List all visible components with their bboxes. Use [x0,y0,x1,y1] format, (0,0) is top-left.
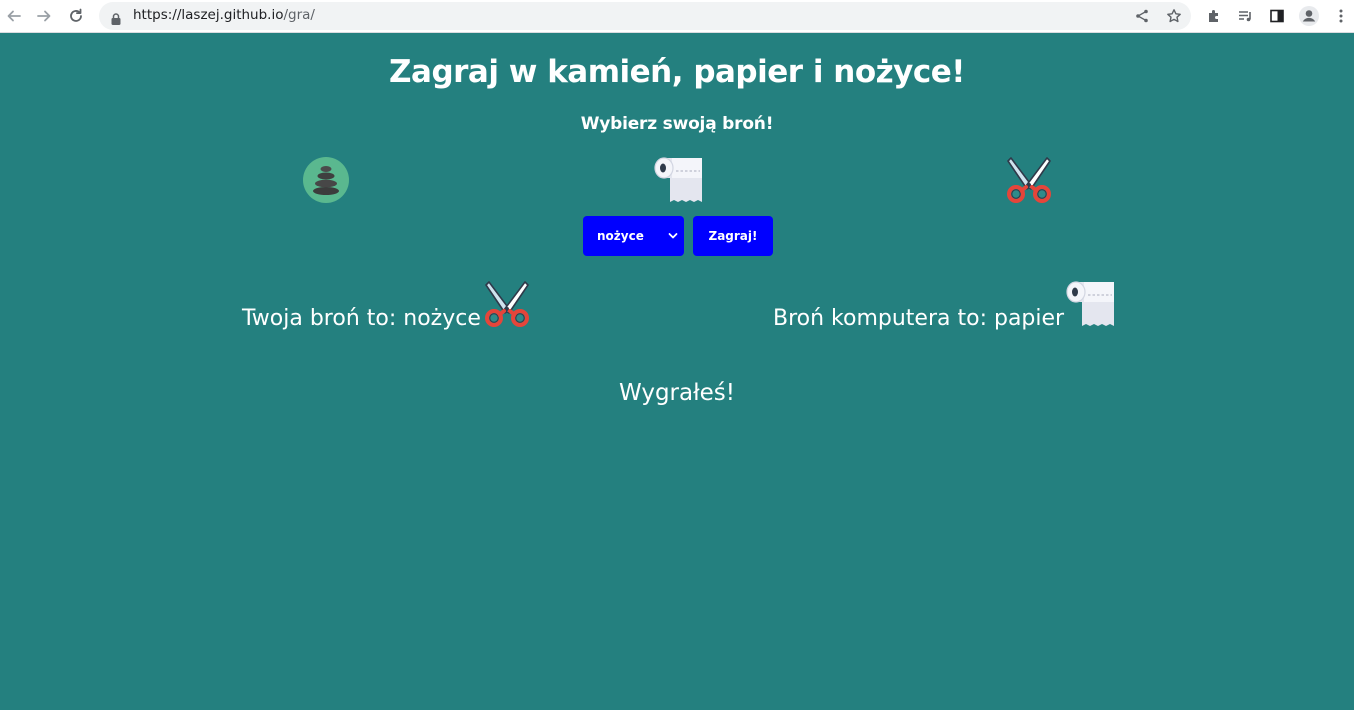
computer-toilet-paper-icon [1066,280,1114,328]
profile-avatar-icon[interactable] [1297,4,1321,28]
lock-icon [111,10,121,29]
rock-icon[interactable] [302,156,350,204]
weapon-select-value: nożyce [597,229,644,243]
back-icon[interactable] [2,4,26,28]
player-scissors-icon [483,280,531,328]
play-button[interactable]: Zagraj! [693,216,773,256]
game-page: Zagraj w kamień, papier i nożyce! Wybier… [0,34,1354,710]
result-verdict: Wygrałeś! [619,380,735,406]
media-queue-icon[interactable] [1233,4,1257,28]
url-text: https://laszej.github.io/gra/ [133,7,315,23]
page-subtitle: Wybierz swoją broń! [580,114,774,134]
menu-dots-icon[interactable] [1329,4,1353,28]
player-weapon-label: Twoja broń to: nożyce [242,306,481,331]
chevron-down-icon [668,230,678,244]
bookmark-star-icon[interactable] [1162,4,1186,28]
weapon-select[interactable]: nożyce [583,216,684,256]
scissors-icon[interactable] [1005,156,1053,204]
computer-weapon-label: Broń komputera to: papier [773,306,1065,331]
page-title: Zagraj w kamień, papier i nożyce! [389,54,965,90]
extensions-icon[interactable] [1202,4,1226,28]
browser-toolbar: https://laszej.github.io/gra/ [0,0,1354,33]
toilet-paper-icon[interactable] [654,156,702,204]
side-panel-icon[interactable] [1265,4,1289,28]
address-bar[interactable]: https://laszej.github.io/gra/ [99,2,1191,30]
share-icon[interactable] [1130,4,1154,28]
reload-icon[interactable] [64,4,88,28]
forward-icon[interactable] [32,4,56,28]
